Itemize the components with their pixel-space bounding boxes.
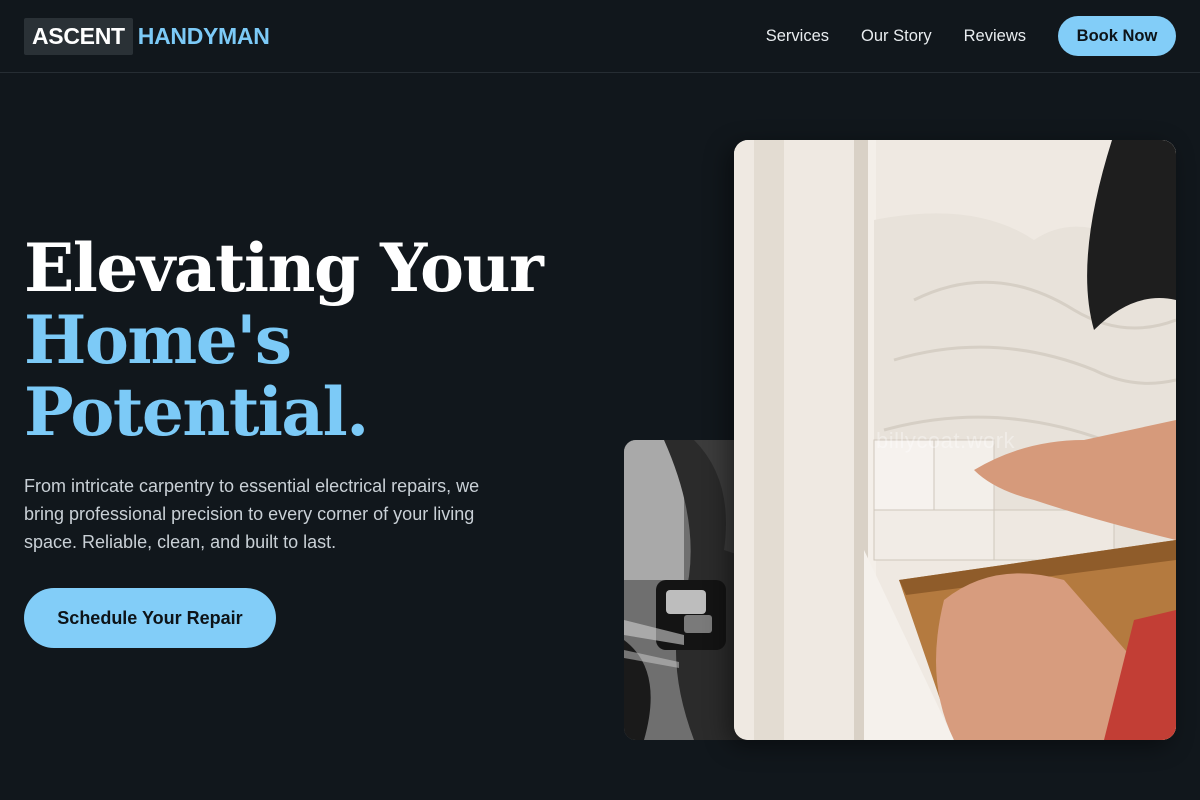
main-nav: Services Our Story Reviews Book Now [766, 16, 1176, 56]
hero-title: Elevating Your Home's Potential. [24, 229, 544, 451]
hero-title-line-2: Home's [24, 301, 292, 379]
nav-link-reviews[interactable]: Reviews [964, 27, 1026, 46]
photo-watermark: billycoat.work [876, 428, 1016, 453]
logo-text: HANDYMAN [137, 22, 270, 49]
site-header: ASCENT HANDYMAN Services Our Story Revie… [0, 0, 1200, 73]
nav-link-services[interactable]: Services [766, 27, 829, 46]
tiling-wall-photo: billycoat.work [734, 140, 1176, 740]
hero-title-line-3: Potential. [24, 373, 369, 451]
schedule-repair-button[interactable]: Schedule Your Repair [24, 588, 276, 648]
book-now-button[interactable]: Book Now [1058, 16, 1176, 56]
nav-link-our-story[interactable]: Our Story [861, 27, 932, 46]
brand-logo[interactable]: ASCENT HANDYMAN [24, 17, 270, 55]
hero-description: From intricate carpentry to essential el… [24, 476, 480, 552]
logo-box-text: ASCENT [24, 17, 133, 55]
page: ASCENT HANDYMAN Services Our Story Revie… [0, 0, 1200, 800]
hero-title-line-1: Elevating Your [24, 229, 544, 307]
